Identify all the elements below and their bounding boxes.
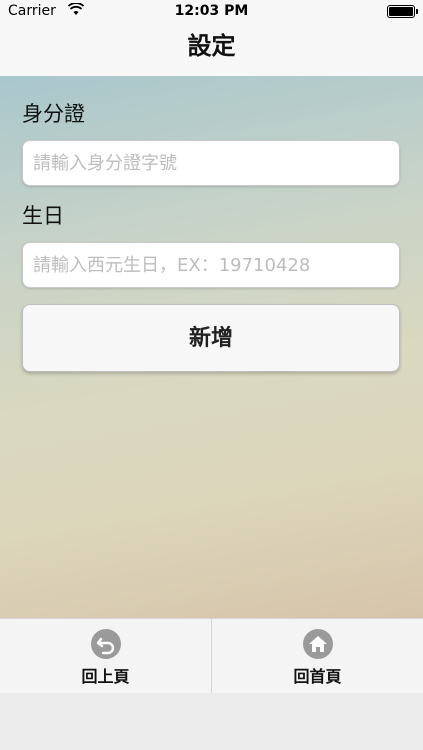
back-tab-label: 回上頁: [81, 667, 130, 686]
battery-icon: [387, 5, 418, 18]
home-tab[interactable]: 回首頁: [212, 619, 423, 694]
status-time: 12:03 PM: [174, 3, 249, 19]
status-bar: Carrier 12:03 PM: [0, 0, 423, 22]
page-title: 設定: [187, 32, 236, 60]
id-number-label: 身分證: [22, 102, 85, 126]
id-number-input[interactable]: [22, 140, 400, 186]
back-arrow-icon: [90, 629, 121, 659]
tab-bar: 回上頁 回首頁: [0, 618, 423, 694]
home-tab-label: 回首頁: [293, 667, 342, 686]
settings-form: 身分證 生日 新增: [0, 76, 423, 618]
home-icon: [302, 629, 333, 659]
navigation-bar: 設定: [0, 22, 423, 77]
birthday-label: 生日: [22, 204, 64, 228]
birthday-input[interactable]: [22, 242, 400, 288]
bottom-area: [0, 693, 423, 750]
back-tab[interactable]: 回上頁: [0, 619, 212, 694]
add-button[interactable]: 新增: [22, 304, 400, 372]
